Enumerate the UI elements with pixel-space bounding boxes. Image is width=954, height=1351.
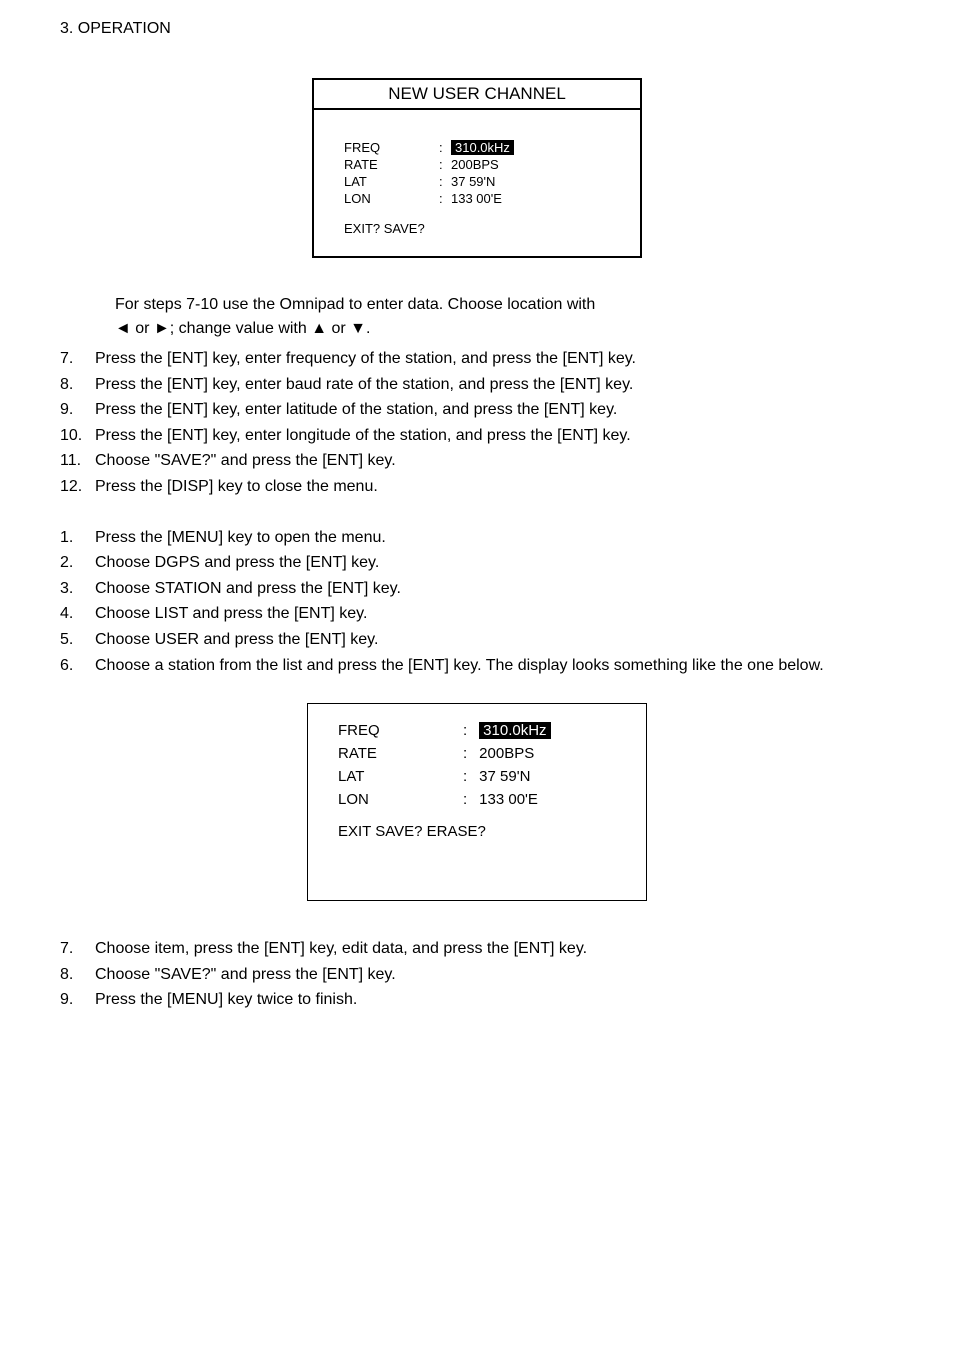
colon: :	[463, 745, 475, 762]
field-value-highlight: 310.0kHz	[451, 140, 514, 155]
colon: :	[463, 791, 475, 808]
step-number: 11.	[60, 448, 95, 474]
field-value: 133 00'E	[479, 791, 538, 808]
step-text: Press the [MENU] key twice to finish.	[95, 987, 894, 1013]
list-item: 5.Choose USER and press the [ENT] key.	[60, 627, 894, 653]
lon-row: LON : 133 00'E	[338, 791, 626, 808]
list-item: 2.Choose DGPS and press the [ENT] key.	[60, 550, 894, 576]
colon: :	[463, 768, 475, 785]
step-number: 5.	[60, 627, 95, 653]
colon: :	[439, 191, 451, 206]
step-number: 9.	[60, 987, 95, 1013]
field-label: LON	[338, 791, 463, 808]
page-header: 3. OPERATION	[60, 20, 894, 38]
list-item: 4.Choose LIST and press the [ENT] key.	[60, 601, 894, 627]
dialog-title: NEW USER CHANNEL	[314, 80, 640, 110]
step-text: Choose STATION and press the [ENT] key.	[95, 576, 894, 602]
new-user-channel-dialog: NEW USER CHANNEL FREQ : 310.0kHz RATE : …	[312, 78, 642, 258]
list-item: 1.Press the [MENU] key to open the menu.	[60, 525, 894, 551]
edit-user-channel-dialog: FREQ : 310.0kHz RATE : 200BPS LAT : 37 5…	[307, 703, 647, 901]
step-text: Press the [MENU] key to open the menu.	[95, 525, 894, 551]
list-item: 12.Press the [DISP] key to close the men…	[60, 474, 894, 500]
list-item: 3.Choose STATION and press the [ENT] key…	[60, 576, 894, 602]
freq-row: FREQ : 310.0kHz	[338, 722, 626, 739]
list-item: 9.Press the [ENT] key, enter latitude of…	[60, 397, 894, 423]
field-value-highlight: 310.0kHz	[479, 722, 550, 739]
step-text: Choose USER and press the [ENT] key.	[95, 627, 894, 653]
lat-row: LAT : 37 59'N	[344, 174, 620, 189]
step-text: Press the [ENT] key, enter latitude of t…	[95, 397, 894, 423]
lon-row: LON : 133 00'E	[344, 191, 620, 206]
field-label: FREQ	[344, 140, 439, 155]
list-item: 8.Choose "SAVE?" and press the [ENT] key…	[60, 962, 894, 988]
step-text: Press the [ENT] key, enter baud rate of …	[95, 372, 894, 398]
step-number: 1.	[60, 525, 95, 551]
dialog-footer: EXIT? SAVE?	[344, 221, 620, 236]
field-label: LAT	[338, 768, 463, 785]
field-label: LON	[344, 191, 439, 206]
step-text: Choose LIST and press the [ENT] key.	[95, 601, 894, 627]
note-line2: ◄ or ►; change value with ▲ or ▼.	[115, 320, 370, 337]
rate-row: RATE : 200BPS	[344, 157, 620, 172]
note-line1: For steps 7-10 use the Omnipad to enter …	[115, 296, 595, 313]
step-text: Choose a station from the list and press…	[95, 653, 894, 679]
step-text: Press the [ENT] key, enter longitude of …	[95, 423, 894, 449]
colon: :	[463, 722, 475, 739]
colon: :	[439, 174, 451, 189]
field-label: RATE	[344, 157, 439, 172]
field-value: 37 59'N	[451, 174, 495, 189]
omnipad-note: For steps 7-10 use the Omnipad to enter …	[115, 293, 894, 341]
step-number: 8.	[60, 962, 95, 988]
field-value: 200BPS	[451, 157, 499, 172]
field-value: 133 00'E	[451, 191, 502, 206]
field-label: RATE	[338, 745, 463, 762]
step-text: Choose item, press the [ENT] key, edit d…	[95, 936, 894, 962]
colon: :	[439, 157, 451, 172]
list-item: 9.Press the [MENU] key twice to finish.	[60, 987, 894, 1013]
field-label: LAT	[344, 174, 439, 189]
step-number: 12.	[60, 474, 95, 500]
step-number: 9.	[60, 397, 95, 423]
step-text: Press the [ENT] key, enter frequency of …	[95, 346, 894, 372]
step-text: Press the [DISP] key to close the menu.	[95, 474, 894, 500]
list-item: 6.Choose a station from the list and pre…	[60, 653, 894, 679]
step-number: 7.	[60, 346, 95, 372]
step-text: Choose DGPS and press the [ENT] key.	[95, 550, 894, 576]
field-value: 37 59'N	[479, 768, 530, 785]
step-text: Choose "SAVE?" and press the [ENT] key.	[95, 962, 894, 988]
step-number: 7.	[60, 936, 95, 962]
step-number: 4.	[60, 601, 95, 627]
steps-list-3: 7.Choose item, press the [ENT] key, edit…	[60, 936, 894, 1013]
lat-row: LAT : 37 59'N	[338, 768, 626, 785]
step-number: 10.	[60, 423, 95, 449]
field-label: FREQ	[338, 722, 463, 739]
step-text: Choose "SAVE?" and press the [ENT] key.	[95, 448, 894, 474]
list-item: 7.Press the [ENT] key, enter frequency o…	[60, 346, 894, 372]
list-item: 10.Press the [ENT] key, enter longitude …	[60, 423, 894, 449]
field-value: 200BPS	[479, 745, 534, 762]
list-item: 11.Choose "SAVE?" and press the [ENT] ke…	[60, 448, 894, 474]
step-number: 2.	[60, 550, 95, 576]
freq-row: FREQ : 310.0kHz	[344, 140, 620, 155]
dialog-footer: EXIT SAVE? ERASE?	[338, 823, 626, 840]
step-number: 8.	[60, 372, 95, 398]
colon: :	[439, 140, 451, 155]
list-item: 7.Choose item, press the [ENT] key, edit…	[60, 936, 894, 962]
list-item: 8.Press the [ENT] key, enter baud rate o…	[60, 372, 894, 398]
steps-list-2: 1.Press the [MENU] key to open the menu.…	[60, 525, 894, 679]
rate-row: RATE : 200BPS	[338, 745, 626, 762]
step-number: 3.	[60, 576, 95, 602]
step-number: 6.	[60, 653, 95, 679]
steps-list-1: 7.Press the [ENT] key, enter frequency o…	[60, 346, 894, 500]
